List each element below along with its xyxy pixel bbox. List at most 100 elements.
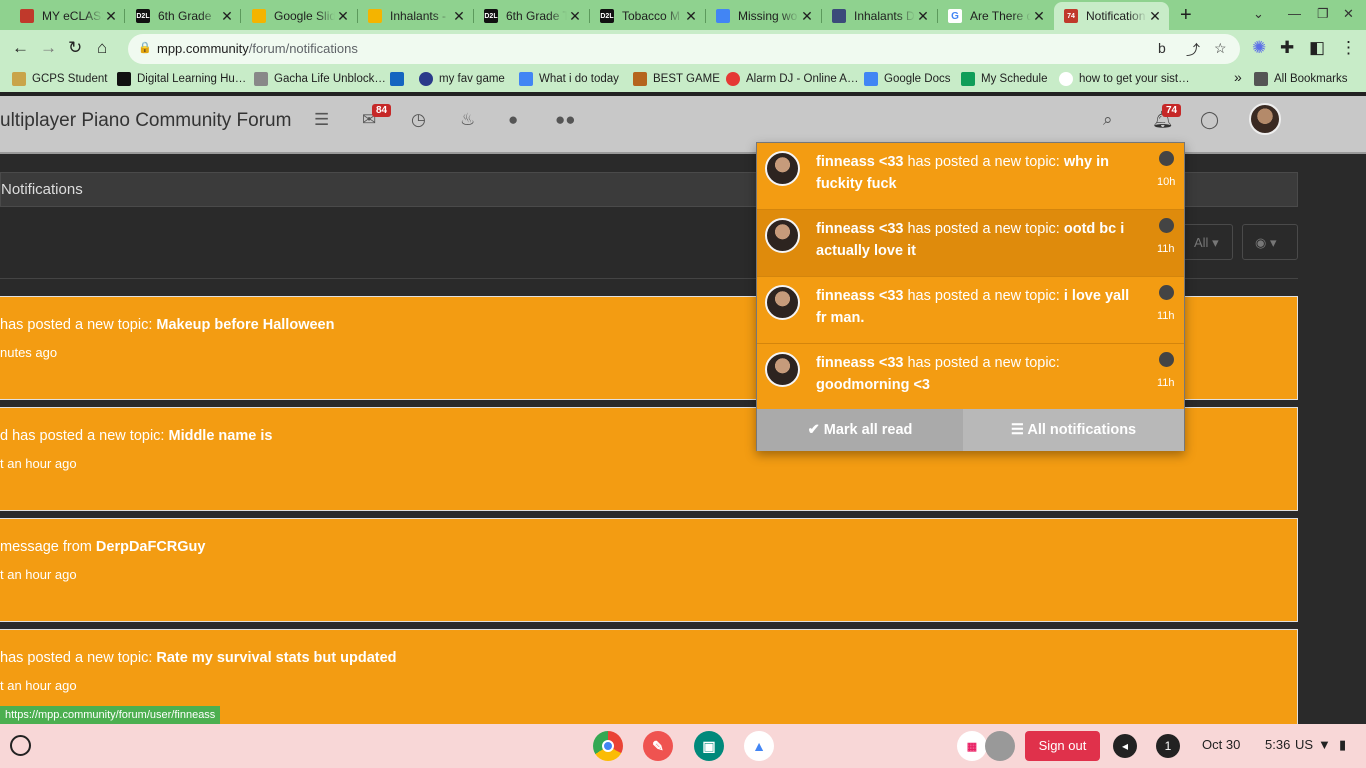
tab-title: MY eCLASS [42,9,103,23]
mark-read-dot[interactable] [1159,352,1174,367]
eclass-favicon-icon [20,9,34,23]
dropdown-notification-item[interactable]: finneass <33 has posted a new topic: why… [757,143,1184,210]
address-bar[interactable]: 🔒 mpp.community/forum/notifications b ⤴ … [128,34,1240,64]
tab-notifications-active[interactable]: 74 Notification ✕ [1054,2,1169,30]
dropdown-notification-text: finneass <33 has posted a new topic: i l… [816,288,1130,326]
bookmark-best-game[interactable]: BEST GAME [633,72,720,86]
bookmark-star-icon[interactable]: ☆ [1214,40,1227,57]
classroom-app-icon[interactable]: ▣ [694,731,724,761]
visibility-dropdown[interactable]: ◉ ▾ [1242,224,1298,260]
close-icon[interactable]: ✕ [103,8,119,25]
google-icon [1059,72,1073,86]
list-icon: ☰ [1010,422,1024,438]
launcher-icon[interactable] [10,735,31,756]
categories-list-icon[interactable]: ☰ [314,110,329,130]
restore-button[interactable]: ❐ [1317,6,1329,22]
forum-brand[interactable]: ultiplayer Piano Community Forum [0,110,291,132]
mark-read-dot[interactable] [1159,285,1174,300]
close-icon[interactable]: ✕ [1031,8,1047,25]
chrome-app-icon[interactable] [593,731,623,761]
bookmark-my-schedule[interactable]: My Schedule [961,72,1047,86]
extension-gear-icon[interactable]: ✺ [1252,38,1266,58]
dropdown-notification-item[interactable]: finneass <33 has posted a new topic: goo… [757,344,1184,411]
tab-inhalants[interactable]: Inhalants - ✕ [358,2,473,30]
filter-dropdown[interactable]: All ▾ [1181,224,1233,260]
close-icon[interactable]: ✕ [451,8,467,25]
close-icon[interactable]: ✕ [683,8,699,25]
pdf-app-icon[interactable]: ▦ [957,731,987,761]
tab-search-chevron-icon[interactable]: ⌄ [1253,6,1264,22]
forward-arrow-icon[interactable]: → [40,38,57,58]
canvas-app-icon[interactable]: ✎ [643,731,673,761]
search-icon[interactable]: ⌕ [1103,110,1113,130]
docs-icon [864,72,878,86]
mark-read-dot[interactable] [1159,218,1174,233]
close-icon[interactable]: ✕ [799,8,815,25]
locale-display[interactable]: US [1295,737,1313,752]
bookmark-how-to[interactable]: how to get your sist… [1059,72,1190,86]
popular-fire-icon[interactable]: ♨ [460,110,475,130]
reload-icon[interactable]: ↻ [68,38,82,58]
close-window-button[interactable]: ✕ [1343,6,1354,22]
groups-icon[interactable]: ●● [555,110,576,130]
notification-count-badge[interactable]: 1 [1156,734,1180,758]
all-bookmarks[interactable]: All Bookmarks [1254,72,1348,86]
mute-icon[interactable]: ◂ [1113,734,1137,758]
notification-row[interactable]: message from DerpDaFCRGuy t an hour ago [0,518,1298,622]
bookmark-fav-game[interactable]: my fav game [419,72,505,86]
new-tab-button[interactable]: + [1180,4,1192,27]
notifications-bell-icon[interactable]: 🔔︎ 74 [1152,104,1182,130]
all-notifications-button[interactable]: ☰ All notifications [963,409,1184,451]
account-avatar-icon[interactable] [985,731,1015,761]
battery-icon[interactable]: ▮ [1339,737,1346,753]
menu-kebab-icon[interactable]: ⋮ [1340,38,1357,58]
bookmark-blank[interactable] [390,72,410,86]
slides-favicon-icon [368,9,382,23]
tab-6th-grade[interactable]: D2L 6th Grade ✕ [126,2,241,30]
user-icon[interactable]: ● [508,110,518,130]
dropdown-notification-item[interactable]: finneass <33 has posted a new topic: oot… [757,210,1184,277]
tab-missing-work[interactable]: Missing wo ✕ [706,2,821,30]
mark-all-read-button[interactable]: ✔ Mark all read [757,409,963,451]
mark-read-dot[interactable] [1159,151,1174,166]
close-icon[interactable]: ✕ [335,8,351,25]
date-display[interactable]: Oct 30 [1202,737,1240,752]
tab-tobacco[interactable]: D2L Tobacco M ✕ [590,2,705,30]
tab-google-slides[interactable]: Google Slid ✕ [242,2,357,30]
bookmark-alarm-dj[interactable]: Alarm DJ - Online A… [726,72,858,86]
chat-bubble-icon[interactable]: ◯ [1200,110,1219,130]
back-arrow-icon[interactable]: ← [12,38,29,58]
tab-6th-grade-t[interactable]: D2L 6th Grade T ✕ [474,2,589,30]
close-icon[interactable]: ✕ [567,8,583,25]
bookmark-what-i-do[interactable]: What i do today [519,72,619,86]
side-panel-icon[interactable]: ◧ [1309,38,1325,58]
bookmark-google-docs[interactable]: Google Docs [864,72,950,86]
close-icon[interactable]: ✕ [1147,8,1163,25]
tab-inhalants-d[interactable]: Inhalants D ✕ [822,2,937,30]
recent-clock-icon[interactable]: ◷ [411,110,426,130]
time-display[interactable]: 5:36 [1265,737,1290,752]
bookmark-d2l[interactable]: Digital Learning Hu… [117,72,246,86]
minimize-button[interactable]: — [1288,6,1301,21]
close-icon[interactable]: ✕ [219,8,235,25]
unread-inbox-icon[interactable]: ✉ 84 [362,104,392,130]
avatar [765,285,800,320]
home-icon[interactable]: ⌂ [97,38,107,58]
sign-out-button[interactable]: Sign out [1025,731,1100,761]
extensions-puzzle-icon[interactable]: ✚ [1280,38,1294,58]
tab-are-there[interactable]: G Are There d ✕ [938,2,1053,30]
dropdown-notification-time: 11h [1157,310,1175,322]
dropdown-notification-item[interactable]: finneass <33 has posted a new topic: i l… [757,277,1184,344]
bookmarks-overflow-chevron[interactable]: » [1234,69,1242,85]
wifi-icon[interactable]: ▼ [1318,737,1331,752]
bookmark-gcps[interactable]: GCPS Student [12,72,107,86]
close-icon[interactable]: ✕ [915,8,931,25]
user-avatar[interactable] [1249,103,1281,135]
bookmark-gacha[interactable]: Gacha Life Unblock… [254,72,386,86]
extension-b-icon[interactable]: b [1158,40,1166,56]
tab-myeclass[interactable]: MY eCLASS ✕ [10,2,125,30]
dropdown-notification-text: finneass <33 has posted a new topic: goo… [816,355,1060,393]
dropdown-notification-time: 10h [1157,176,1176,188]
share-icon[interactable]: ⤴ [1186,40,1200,60]
drive-app-icon[interactable]: ▲ [744,731,774,761]
